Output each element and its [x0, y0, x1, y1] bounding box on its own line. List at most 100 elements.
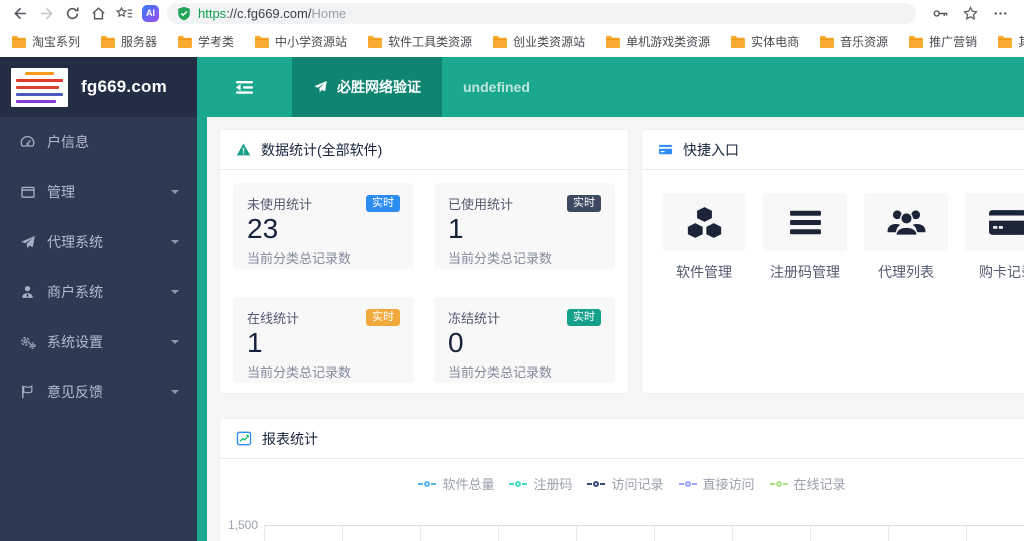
sidebar-item-merchant-system[interactable]: 商户系统 — [0, 267, 197, 317]
ai-assistant-icon[interactable]: AI — [142, 4, 159, 22]
bookmark-label: 创业类资源站 — [513, 35, 586, 49]
stat-label: 在线统计 — [247, 311, 300, 326]
stat-sublabel: 当前分类总记录数 — [247, 364, 352, 380]
bookmark-folder[interactable]: 实体电商 — [730, 33, 799, 50]
bookmark-label: 软件工具类资源 — [388, 35, 473, 49]
url-scheme: https — [198, 5, 227, 21]
bookmark-folder[interactable]: 推广营销 — [908, 33, 977, 50]
shortcut-regcode-manage[interactable]: 注册码管理 — [763, 193, 847, 282]
legend-marker-icon — [769, 480, 788, 487]
credit-card-icon — [988, 209, 1024, 235]
shortcut-software-manage[interactable]: 软件管理 — [662, 193, 746, 282]
brand-logo-image — [11, 67, 68, 107]
shortcut-label: 注册码管理 — [770, 264, 840, 280]
sidebar-item-agent-system[interactable]: 代理系统 — [0, 217, 197, 267]
sidebar-item-label: 意见反馈 — [47, 384, 103, 400]
legend-item[interactable]: 直接访问 — [678, 474, 755, 493]
bookmark-label: 淘宝系列 — [32, 35, 81, 49]
paper-plane-icon — [18, 235, 37, 250]
url-host: ://c.fg669.com/ — [226, 5, 312, 21]
sidebar-item-label: 代理系统 — [47, 234, 103, 250]
refresh-icon[interactable] — [60, 2, 84, 24]
bookmark-folder[interactable]: 音乐资源 — [819, 33, 888, 50]
shortcuts-panel-title: 快捷入口 — [683, 141, 739, 158]
bookmark-star-icon[interactable] — [958, 2, 982, 24]
sidebar-item-manage[interactable]: 管理 — [0, 167, 197, 217]
credit-card-icon — [658, 144, 673, 155]
collapse-sidebar-button[interactable] — [197, 57, 292, 117]
address-bar[interactable]: https://c.fg669.com/Home — [167, 2, 916, 24]
legend-marker-icon — [678, 480, 697, 487]
sidebar-menu: 户信息 管理 代理系统 商户系统 系统设置 意见反馈 — [0, 117, 197, 541]
bookmark-folder[interactable]: 单机游戏类资源 — [605, 33, 710, 50]
stats-panel: 数据统计(全部软件) 未使用统计 实时 23 当前分类总记录数 已使用统计 实时 1 — [219, 129, 629, 394]
bookmark-folder[interactable]: 学考类 — [177, 33, 234, 50]
legend-label: 在线记录 — [793, 477, 846, 492]
warning-triangle-icon — [236, 143, 251, 156]
sidebar-item-label: 户信息 — [47, 134, 89, 150]
bookmark-folder[interactable]: 淘宝系列 — [11, 33, 80, 50]
legend-item[interactable]: 访问记录 — [587, 474, 664, 493]
stat-card-frozen: 冻结统计 实时 0 当前分类总记录数 — [434, 297, 615, 383]
legend-label: 直接访问 — [702, 477, 755, 492]
content-wrap: 数据统计(全部软件) 未使用统计 实时 23 当前分类总记录数 已使用统计 实时 1 — [197, 117, 1024, 541]
stat-value: 23 — [247, 213, 279, 244]
browser-toolbar: AI https://c.fg669.com/Home — [0, 0, 1024, 26]
bookmark-folder[interactable]: 中小学资源站 — [254, 33, 347, 50]
report-panel-title: 报表统计 — [262, 430, 318, 447]
chevron-down-icon — [171, 390, 179, 398]
bookmarks-bar: 淘宝系列 服务器 学考类 中小学资源站 软件工具类资源 创业类资源站 单机游戏类… — [0, 26, 1024, 57]
legend-marker-icon — [509, 480, 528, 487]
legend-marker-icon — [587, 480, 606, 487]
sidebar-item-system-settings[interactable]: 系统设置 — [0, 317, 197, 367]
app-page: fg669.com 户信息 管理 代理系统 商户系统 系统设置 意见反馈 必胜网… — [0, 57, 1024, 541]
bookmark-label: 单机游戏类资源 — [626, 35, 711, 49]
url-text: https://c.fg669.com/Home — [198, 6, 346, 21]
sidebar: fg669.com 户信息 管理 代理系统 商户系统 系统设置 意见反馈 — [0, 57, 197, 541]
bookmark-folder[interactable]: 软件工具类资源 — [367, 33, 472, 50]
secure-shield-icon[interactable] — [177, 6, 191, 21]
flag-icon — [18, 384, 37, 400]
more-menu-icon[interactable] — [988, 2, 1012, 24]
sidebar-item-feedback[interactable]: 意见反馈 — [0, 367, 197, 417]
status-badge: 实时 — [567, 309, 601, 326]
bookmark-folder[interactable]: 创业类资源站 — [492, 33, 585, 50]
bookmark-folder[interactable]: 其它资源 — [997, 33, 1024, 50]
shortcut-label: 代理列表 — [878, 264, 934, 280]
legend-item[interactable]: 注册码 — [509, 474, 572, 493]
legend-label: 软件总量 — [442, 477, 495, 492]
back-icon[interactable] — [8, 2, 32, 24]
tab-undefined[interactable]: undefined — [442, 57, 551, 117]
stat-value: 1 — [448, 213, 464, 244]
cubes-icon — [687, 206, 721, 238]
brand-title: fg669.com — [81, 77, 167, 96]
chevron-down-icon — [171, 190, 179, 198]
stat-label: 已使用统计 — [448, 197, 514, 212]
legend-item[interactable]: 在线记录 — [769, 474, 846, 493]
chart-gridlines — [264, 525, 1024, 541]
browser-chrome: AI https://c.fg669.com/Home 淘宝系列 服务器 学考类… — [0, 0, 1024, 57]
stat-value: 0 — [448, 327, 464, 358]
accent-strip — [197, 117, 207, 541]
shortcut-card-purchase-records[interactable]: 购卡记录 — [965, 193, 1024, 282]
shortcut-agent-list[interactable]: 代理列表 — [864, 193, 948, 282]
outdent-icon — [236, 80, 253, 94]
chart-line-icon — [236, 431, 252, 446]
bookmark-folder[interactable]: 服务器 — [100, 33, 157, 50]
bookmarks-manager-icon[interactable] — [112, 2, 136, 24]
legend-label: 访问记录 — [611, 477, 664, 492]
bookmark-label: 中小学资源站 — [275, 35, 348, 49]
stat-card-unused: 未使用统计 实时 23 当前分类总记录数 — [233, 183, 414, 269]
sidebar-item-label: 管理 — [47, 184, 75, 200]
legend-item[interactable]: 软件总量 — [418, 474, 494, 493]
report-chart-panel: 报表统计 软件总量 注册码 访问记录 直接访问 在线记录 1,500 — [219, 418, 1024, 541]
tab-app-active[interactable]: 必胜网络验证 — [292, 57, 442, 117]
status-badge: 实时 — [567, 195, 601, 212]
sidebar-item-user-info[interactable]: 户信息 — [0, 117, 197, 167]
dashboard-icon — [18, 134, 37, 150]
home-icon[interactable] — [86, 2, 110, 24]
password-key-icon[interactable] — [928, 2, 952, 24]
forward-icon[interactable] — [34, 2, 58, 24]
stat-value: 1 — [247, 327, 263, 358]
stat-sublabel: 当前分类总记录数 — [448, 364, 553, 380]
